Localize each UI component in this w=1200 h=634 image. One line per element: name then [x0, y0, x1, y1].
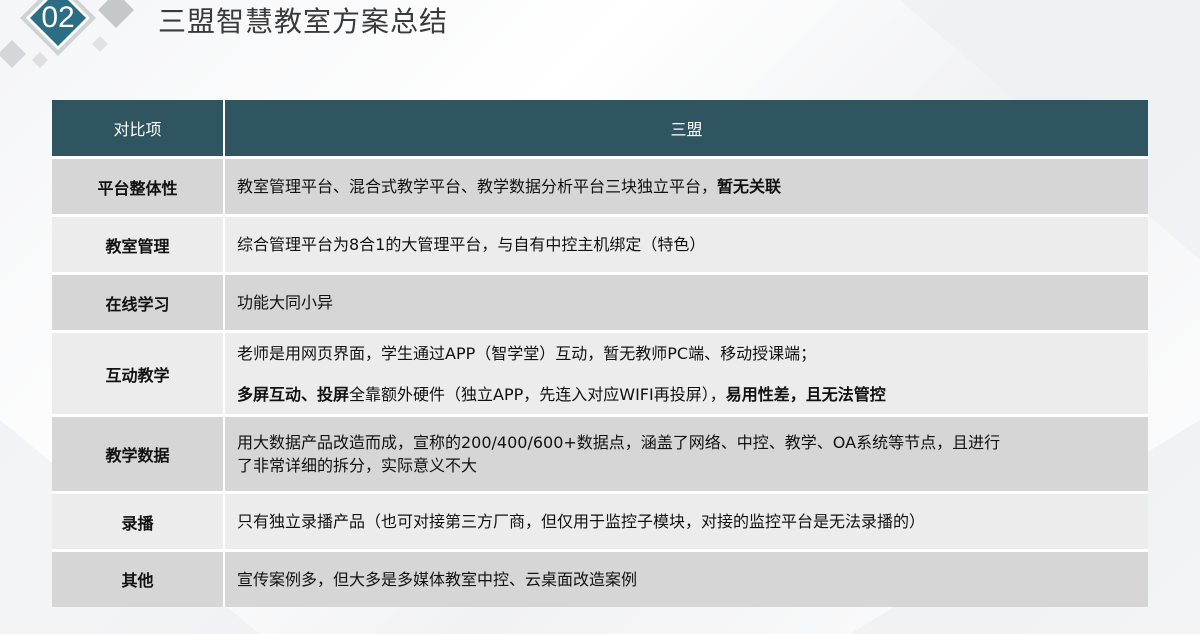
row-label: 互动教学: [52, 330, 225, 416]
section-number: 02: [41, 1, 75, 34]
description-line: 老师是用网页界面，学生通过APP（智学堂）互动，暂无教师PC端、移动授课端；: [237, 343, 817, 363]
description-line: 多屏互动、投屏全靠额外硬件（独立APP，先连入对应WIFI再投屏），易用性差，且…: [237, 383, 1136, 406]
description-emphasis: 多屏互动、投屏: [237, 384, 350, 404]
row-description: 宣传案例多，但大多是多媒体教室中控、云桌面改造案例: [224, 549, 1148, 607]
row-label: 其他: [52, 549, 225, 607]
row-label: 在线学习: [52, 272, 225, 332]
page-title: 三盟智慧教室方案总结: [158, 5, 449, 38]
description-emphasis: 暂无关联: [717, 177, 782, 196]
table-row-platform: 平台整体性 教室管理平台、混合式教学平台、教学数据分析平台三块独立平台，暂无关联: [52, 156, 1148, 216]
row-description: 教室管理平台、混合式教学平台、教学数据分析平台三块独立平台，暂无关联: [224, 156, 1148, 216]
description-text: 全靠额外硬件（独立APP，先连入对应WIFI再投屏），: [349, 384, 726, 404]
column-header-item: 对比项: [52, 100, 225, 158]
table-row-classroom: 教室管理 综合管理平台为8合1的大管理平台，与自有中控主机绑定（特色）: [52, 214, 1148, 274]
row-label: 录播: [52, 491, 225, 551]
comparison-table: 对比项 三盟 平台整体性 教室管理平台、混合式教学平台、教学数据分析平台三块独立…: [52, 100, 1148, 607]
description-line: 了非常详细的拆分，实际意义不大: [237, 456, 478, 475]
row-description: 综合管理平台为8合1的大管理平台，与自有中控主机绑定（特色）: [224, 214, 1148, 274]
row-label: 教室管理: [52, 214, 225, 274]
description-line: 用大数据产品改造而成，宣称的200/400/600+数据点，涵盖了网络、中控、教…: [237, 433, 1001, 452]
row-description: 只有独立录播产品（也可对接第三方厂商，但仅用于监控子模块，对接的监控平台是无法录…: [224, 491, 1148, 551]
description-emphasis: 易用性差，且无法管控: [725, 384, 886, 404]
row-description: 用大数据产品改造而成，宣称的200/400/600+数据点，涵盖了网络、中控、教…: [224, 414, 1148, 493]
section-badge: 02: [0, 0, 150, 90]
description-text: 教室管理平台、混合式教学平台、教学数据分析平台三块独立平台，: [237, 177, 718, 196]
table-row-other: 其他 宣传案例多，但大多是多媒体教室中控、云桌面改造案例: [52, 549, 1148, 607]
column-header-sanmeng: 三盟: [224, 100, 1148, 158]
table-row-recording: 录播 只有独立录播产品（也可对接第三方厂商，但仅用于监控子模块，对接的监控平台是…: [52, 491, 1148, 551]
row-description: 老师是用网页界面，学生通过APP（智学堂）互动，暂无教师PC端、移动授课端； 多…: [224, 330, 1148, 416]
row-label: 平台整体性: [52, 156, 225, 216]
table-row-online: 在线学习 功能大同小异: [52, 272, 1148, 332]
row-description: 功能大同小异: [224, 272, 1148, 332]
table-row-interactive: 互动教学 老师是用网页界面，学生通过APP（智学堂）互动，暂无教师PC端、移动授…: [52, 330, 1148, 416]
table-row-data: 教学数据 用大数据产品改造而成，宣称的200/400/600+数据点，涵盖了网络…: [52, 414, 1148, 493]
row-label: 教学数据: [52, 414, 225, 493]
table-header-row: 对比项 三盟: [52, 100, 1148, 158]
